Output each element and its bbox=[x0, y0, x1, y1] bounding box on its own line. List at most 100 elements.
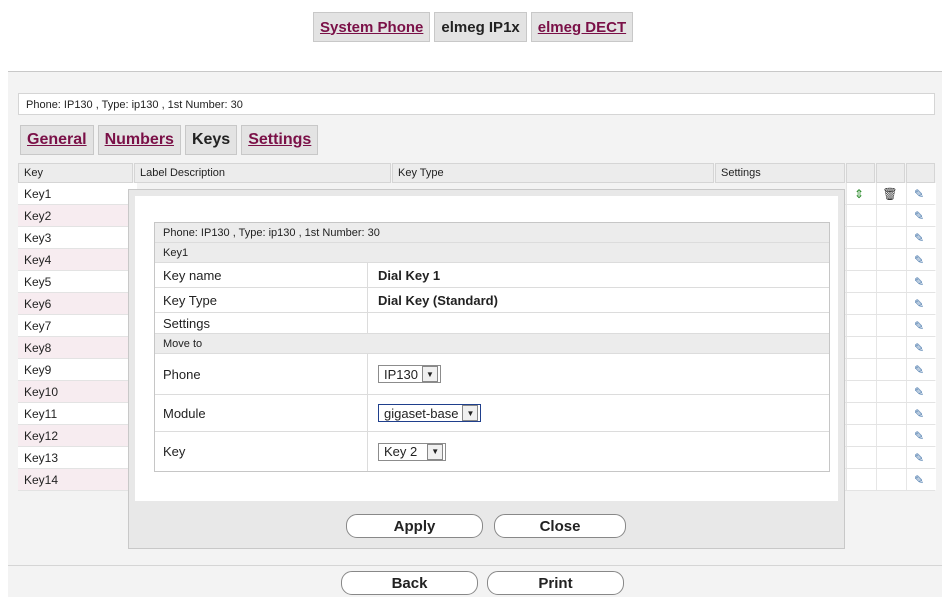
tab-system-phone[interactable]: System Phone bbox=[313, 12, 431, 42]
edit-key-form: Phone: IP130 , Type: ip130 , 1st Number:… bbox=[154, 222, 830, 472]
tab-elmeg-ip1x-label: elmeg IP1x bbox=[441, 18, 520, 36]
row-action-cell bbox=[846, 447, 876, 468]
edit-icon[interactable]: ✎ bbox=[911, 450, 927, 466]
dialog-section-key: Key1 bbox=[155, 243, 829, 263]
row-key-label: Key1 bbox=[18, 183, 137, 204]
back-button[interactable]: Back bbox=[341, 571, 478, 595]
header-settings: Settings bbox=[715, 163, 845, 183]
row-action-cell bbox=[876, 227, 906, 248]
edit-icon[interactable]: ✎ bbox=[911, 428, 927, 444]
row-key-label: Key12 bbox=[18, 425, 137, 446]
header-action-1 bbox=[846, 163, 875, 183]
row-action-cell bbox=[876, 271, 906, 292]
tab-elmeg-dect-link[interactable]: elmeg DECT bbox=[538, 19, 626, 36]
tab-system-phone-link[interactable]: System Phone bbox=[320, 19, 423, 36]
close-button[interactable]: Close bbox=[494, 514, 626, 538]
module-row: Module gigaset-base ▼ bbox=[155, 395, 829, 432]
row-action-cell bbox=[846, 469, 876, 490]
tab-numbers-link[interactable]: Numbers bbox=[105, 131, 174, 149]
row-key-label: Key7 bbox=[18, 315, 137, 336]
row-action-cell bbox=[876, 337, 906, 358]
key-row: Key Key 2 ▼ bbox=[155, 432, 829, 471]
dialog-section-move-to: Move to bbox=[155, 334, 829, 354]
row-action-cell bbox=[876, 403, 906, 424]
key-name-row: Key name Dial Key 1 bbox=[155, 263, 829, 288]
row-key-label: Key14 bbox=[18, 469, 137, 490]
key-select[interactable]: Key 2 ▼ bbox=[378, 442, 447, 461]
edit-icon[interactable]: ✎ bbox=[911, 186, 927, 202]
row-key-label: Key9 bbox=[18, 359, 137, 380]
top-nav: System Phone elmeg IP1x elmeg DECT bbox=[313, 12, 637, 42]
module-select[interactable]: gigaset-base ▼ bbox=[378, 404, 482, 422]
key-type-row: Key Type Dial Key (Standard) bbox=[155, 288, 829, 313]
row-action-cell bbox=[846, 227, 876, 248]
edit-icon[interactable]: ✎ bbox=[911, 274, 927, 290]
footer-bar: Back Print bbox=[8, 565, 942, 597]
row-action-cell bbox=[846, 381, 876, 402]
module-select-value: gigaset-base bbox=[384, 405, 459, 421]
header-key-type: Key Type bbox=[392, 163, 714, 183]
print-button[interactable]: Print bbox=[487, 571, 624, 595]
edit-icon[interactable]: ✎ bbox=[911, 208, 927, 224]
settings-row: Settings bbox=[155, 313, 829, 334]
edit-icon[interactable]: ✎ bbox=[911, 340, 927, 356]
key-select-value: Key 2 bbox=[384, 444, 418, 459]
row-key-label: Key8 bbox=[18, 337, 137, 358]
row-key-label: Key4 bbox=[18, 249, 137, 270]
edit-icon[interactable]: ✎ bbox=[911, 230, 927, 246]
row-action-cell bbox=[876, 381, 906, 402]
row-action-cell bbox=[876, 249, 906, 270]
row-key-label: Key5 bbox=[18, 271, 137, 292]
row-action-cell bbox=[846, 403, 876, 424]
tab-elmeg-ip1x[interactable]: elmeg IP1x bbox=[434, 12, 527, 42]
edit-icon[interactable]: ✎ bbox=[911, 252, 927, 268]
tab-numbers[interactable]: Numbers bbox=[97, 125, 181, 155]
phone-select[interactable]: IP130 ▼ bbox=[378, 365, 441, 383]
phone-label: Phone bbox=[155, 354, 368, 394]
row-action-cell bbox=[876, 447, 906, 468]
row-key-label: Key13 bbox=[18, 447, 137, 468]
edit-icon[interactable]: ✎ bbox=[911, 384, 927, 400]
phone-info-line: Phone: IP130 , Type: ip130 , 1st Number:… bbox=[18, 93, 935, 115]
edit-key-dialog: Phone: IP130 , Type: ip130 , 1st Number:… bbox=[128, 189, 845, 549]
key-name-label: Key name bbox=[155, 263, 368, 287]
row-action-cell bbox=[846, 205, 876, 226]
header-label-description: Label Description bbox=[134, 163, 391, 183]
row-action-cell bbox=[876, 469, 906, 490]
key-type-label: Key Type bbox=[155, 288, 368, 312]
settings-value bbox=[368, 313, 829, 333]
phone-row: Phone IP130 ▼ bbox=[155, 354, 829, 395]
header-action-2 bbox=[876, 163, 905, 183]
key-label: Key bbox=[155, 432, 368, 471]
move-up-down-icon[interactable]: ⇕ bbox=[851, 186, 867, 202]
tab-general[interactable]: General bbox=[20, 125, 94, 155]
delete-icon[interactable]: 🗑 bbox=[882, 186, 898, 202]
row-key-label: Key3 bbox=[18, 227, 137, 248]
header-key: Key bbox=[18, 163, 133, 183]
row-action-cell bbox=[876, 425, 906, 446]
edit-icon[interactable]: ✎ bbox=[911, 362, 927, 378]
apply-button[interactable]: Apply bbox=[346, 514, 483, 538]
key-type-value: Dial Key (Standard) bbox=[378, 292, 498, 308]
edit-key-dialog-body: Phone: IP130 , Type: ip130 , 1st Number:… bbox=[135, 196, 838, 501]
settings-label: Settings bbox=[155, 313, 368, 333]
key-name-value: Dial Key 1 bbox=[378, 267, 441, 283]
tab-elmeg-dect[interactable]: elmeg DECT bbox=[530, 12, 634, 42]
header-action-3 bbox=[906, 163, 935, 183]
row-action-cell bbox=[876, 205, 906, 226]
chevron-down-icon: ▼ bbox=[427, 443, 444, 460]
chevron-down-icon: ▼ bbox=[462, 405, 479, 421]
tab-settings-link[interactable]: Settings bbox=[248, 131, 311, 149]
edit-icon[interactable]: ✎ bbox=[911, 296, 927, 312]
tab-keys-label: Keys bbox=[191, 131, 231, 148]
chevron-down-icon: ▼ bbox=[421, 366, 438, 382]
row-action-cell bbox=[846, 359, 876, 380]
tab-settings[interactable]: Settings bbox=[241, 125, 319, 155]
tab-general-link[interactable]: General bbox=[27, 131, 87, 149]
edit-icon[interactable]: ✎ bbox=[911, 472, 927, 488]
tab-keys[interactable]: Keys bbox=[184, 125, 238, 155]
edit-icon[interactable]: ✎ bbox=[911, 318, 927, 334]
row-key-label: Key6 bbox=[18, 293, 137, 314]
row-action-cell bbox=[876, 293, 906, 314]
edit-icon[interactable]: ✎ bbox=[911, 406, 927, 422]
